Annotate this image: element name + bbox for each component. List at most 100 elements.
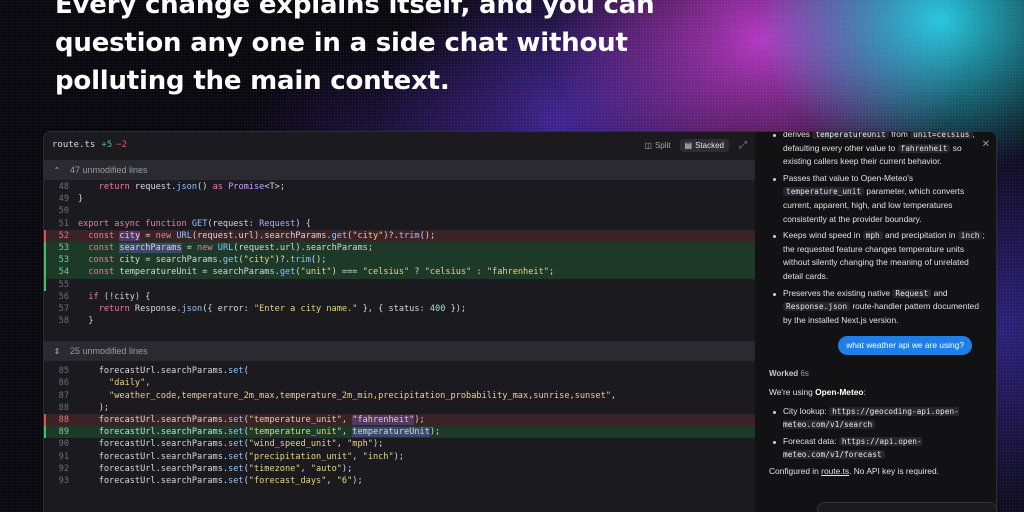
line-text: forecastUrl.searchParams.set("wind_speed… [78, 439, 384, 450]
answer-list: City lookup: https://geocoding-api.open-… [769, 405, 986, 462]
line-number: 86 [58, 378, 69, 389]
line-text: export async function GET(request: Reque… [78, 218, 311, 229]
answer-outro: Configured in route.ts. No API key is re… [769, 465, 939, 476]
code-line: 93 forecastUrl.searchParams.set("forecas… [44, 475, 755, 487]
explanation-list: derives temperatureUnit from unit=celsiu… [769, 132, 986, 327]
hunk-label: 47 unmodified lines [70, 165, 148, 175]
line-number: 88 [58, 402, 69, 413]
stacked-toggle[interactable]: ▤ Stacked [679, 138, 729, 152]
line-number: 87 [58, 390, 69, 401]
line-number: 88 [58, 415, 69, 425]
line-number: 56 [58, 291, 69, 302]
additions-count: +5 [101, 140, 113, 150]
line-text: return request.json() as Promise<T>; [98, 182, 286, 192]
line-number: 48 [58, 182, 69, 192]
line-number: 53 [58, 255, 69, 266]
chat-input[interactable] [817, 502, 996, 512]
collapsed-hunk[interactable]: ⇕ 25 unmodified lines [44, 341, 755, 362]
code-line: 91 forecastUrl.searchParams.set("precipi… [44, 451, 755, 463]
code-line: 52 const city = new URL(request.url).sea… [44, 229, 755, 243]
split-icon: ◫ [644, 140, 652, 150]
code-line: 89 forecastUrl.searchParams.set("tempera… [44, 426, 755, 439]
line-number: 49 [58, 194, 69, 205]
line-text: } [78, 194, 84, 205]
code-line: 49} [44, 193, 755, 205]
code-line: 53 const searchParams = new URL(request.… [44, 241, 755, 255]
line-number: 51 [58, 218, 69, 229]
line-text: forecastUrl.searchParams.set("forecast_d… [78, 475, 363, 486]
code-block: 48 return request.json() as Promise<T>; 4… [44, 181, 755, 327]
worked-label: Worked [769, 369, 799, 379]
line-text: forecastUrl.searchParams.set("timezone",… [78, 463, 353, 474]
line-number: 89 [58, 427, 69, 438]
line-text: } [78, 316, 94, 327]
line-number: 93 [58, 475, 69, 486]
line-number: 52 [58, 230, 69, 241]
stacked-label: Stacked [695, 140, 724, 150]
file-name[interactable]: route.ts [52, 140, 95, 150]
line-text: "daily", [109, 378, 151, 389]
split-label: Split [654, 140, 671, 150]
line-number: 85 [58, 366, 69, 377]
line-number: 57 [58, 303, 69, 314]
code-line: 85 forecastUrl.searchParams.set( [44, 365, 755, 377]
line-number: 53 [58, 242, 69, 253]
list-item: Forecast data: https://api.open-meteo.co… [769, 435, 986, 462]
user-message-text: what weather api we are using? [838, 336, 972, 356]
line-number: 50 [58, 206, 69, 217]
user-message: what weather api we are using? [769, 336, 972, 356]
list-item: Keeps wind speed in mph and precipitatio… [769, 229, 986, 283]
deletions-count: −2 [116, 140, 128, 150]
line-text [69, 205, 83, 217]
code-line: 50 [44, 205, 755, 217]
code-line: 57 return Response.json({ error: "Enter … [44, 303, 755, 315]
line-number: 91 [58, 451, 69, 462]
code-line: 88 ); [44, 402, 755, 414]
code-line: 92 forecastUrl.searchParams.set("timezon… [44, 463, 755, 475]
app-window: route.ts +5 −2 ◫ Split ▤ Stacked ⤢ ⌃ 47 … [43, 131, 997, 512]
line-text: forecastUrl.searchParams.set("temperatur… [78, 427, 441, 438]
list-item: City lookup: https://geocoding-api.open-… [769, 405, 986, 432]
collapsed-hunk[interactable]: ⌃ 47 unmodified lines [44, 160, 755, 180]
line-number: 55 [58, 279, 69, 290]
code-line: 88 forecastUrl.searchParams.set("tempera… [44, 414, 755, 427]
code-line: 55 [44, 278, 755, 291]
split-toggle[interactable]: ◫ Split [639, 139, 675, 152]
stacked-icon: ▤ [684, 140, 693, 150]
list-item: Passes that value to Open-Meteo's temper… [769, 172, 986, 226]
line-text: forecastUrl.searchParams.set("temperatur… [78, 415, 425, 425]
diff-header: route.ts +5 −2 ◫ Split ▤ Stacked ⤢ [44, 132, 755, 158]
line-number: 90 [58, 439, 69, 450]
line-text [69, 279, 83, 291]
code-block: 85 forecastUrl.searchParams.set(86 "dail… [44, 365, 755, 487]
line-text: ); [78, 402, 110, 413]
code-line: 53 const city = searchParams.get("city")… [44, 254, 755, 267]
line-text: if (!city) { [88, 291, 151, 302]
headline: Every change explains itself, and you ca… [55, 0, 655, 96]
code-line: 48 return request.json() as Promise<T>; [44, 181, 755, 193]
hunk-label: 25 unmodified lines [70, 346, 148, 357]
chevron-expand-icon: ⇕ [53, 346, 61, 356]
list-item: derives temperatureUnit from unit=celsiu… [769, 132, 986, 169]
code-line: 87 "weather_code,temperature_2m_max,temp… [44, 390, 755, 402]
line-text: forecastUrl.searchParams.set( [78, 366, 249, 377]
line-text: const city = searchParams.get("city")?.t… [88, 255, 327, 266]
expand-icon[interactable]: ⤢ [739, 140, 747, 151]
code-line: 56 if (!city) { [44, 291, 755, 303]
line-number: 92 [58, 463, 69, 474]
line-text: forecastUrl.searchParams.set("precipitat… [78, 451, 405, 462]
line-text: const city = new URL(request.url).search… [88, 230, 436, 241]
code-line: 86 "daily", [44, 377, 755, 389]
line-text: const searchParams = new URL(request.url… [88, 242, 373, 253]
line-text: return Response.json({ error: "Enter a c… [98, 303, 467, 314]
code-line: 54 const temperatureUnit = searchParams.… [44, 266, 755, 279]
chevron-expand-icon: ⌃ [53, 165, 61, 175]
code-line: 90 forecastUrl.searchParams.set("wind_sp… [44, 438, 755, 450]
worked-time: 6s [800, 369, 809, 379]
line-number: 58 [58, 316, 69, 327]
answer-intro: We're using Open-Meteo: [769, 386, 866, 397]
code-line: 51 export async function GET(request: Req… [44, 218, 755, 230]
diff-pane: route.ts +5 −2 ◫ Split ▤ Stacked ⤢ ⌃ 47 … [44, 132, 755, 512]
line-text: "weather_code,temperature_2m_max,tempera… [109, 390, 617, 401]
list-item: Preserves the existing native Request an… [769, 287, 986, 328]
